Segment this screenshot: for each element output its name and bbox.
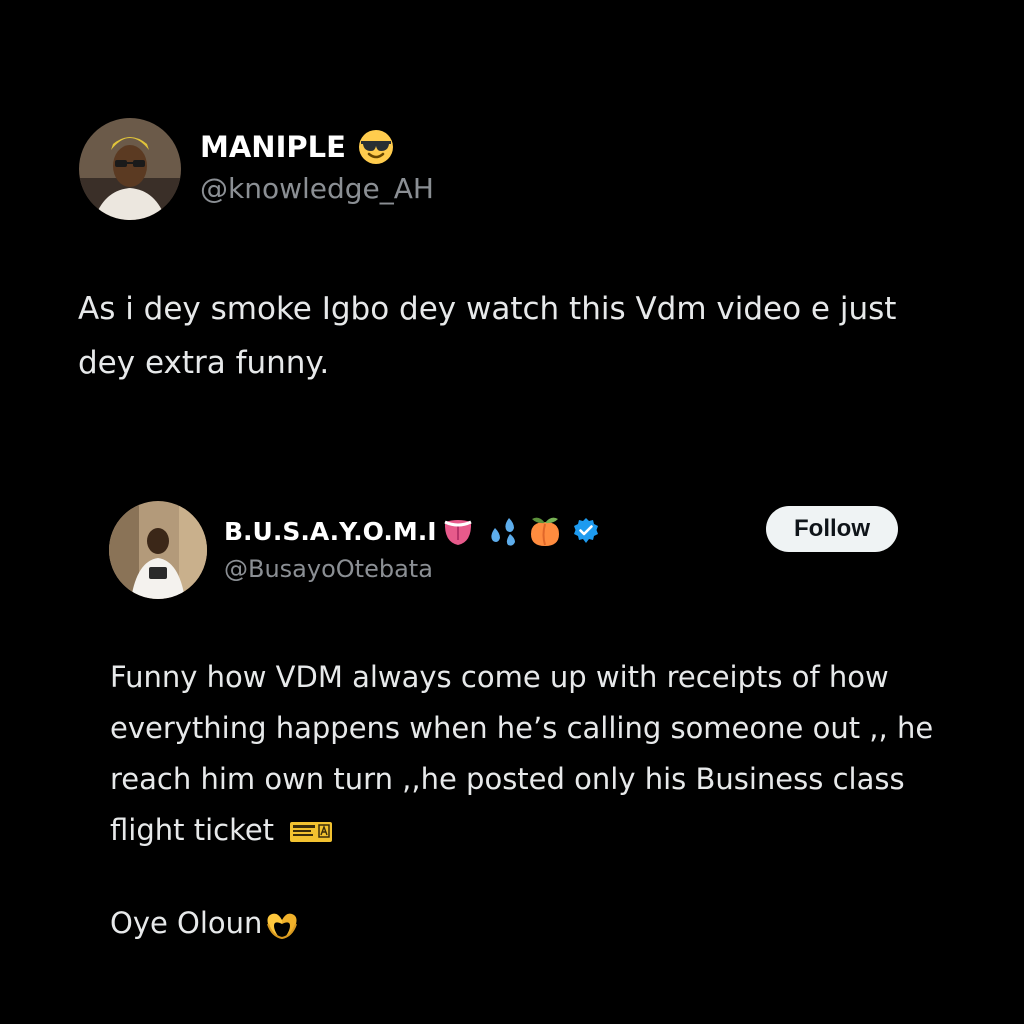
quoted-author-handle[interactable]: @BusayoOtebata (224, 555, 433, 583)
verified-badge-icon (571, 516, 601, 546)
main-author-handle[interactable]: @knowledge_AH (200, 172, 434, 205)
quoted-tweet-paragraph-2-text: Oye Oloun (110, 906, 263, 940)
main-author-name[interactable]: MANIPLE (200, 128, 394, 166)
peach-emoji (527, 513, 563, 549)
follow-button-label: Follow (794, 515, 870, 542)
main-tweet-text: As i dey smoke Igbo dey watch this Vdm v… (78, 291, 897, 381)
main-author-avatar[interactable] (79, 118, 181, 220)
main-author-name-text: MANIPLE (200, 130, 346, 164)
quoted-author-avatar[interactable] (109, 501, 207, 599)
follow-button[interactable]: Follow (766, 506, 898, 552)
quoted-tweet-paragraph-1: Funny how VDM always come up with receip… (110, 660, 934, 847)
quoted-tweet-paragraph-2: Oye Oloun (110, 898, 940, 949)
tongue-emoji (441, 514, 475, 548)
smiling-face-with-sunglasses-emoji (358, 129, 394, 165)
sweat-droplets-emoji (485, 514, 519, 548)
quoted-author-name-text: B.U.S.A.Y.O.M.I (224, 516, 437, 546)
ticket-emoji (289, 820, 333, 844)
heart-hands-emoji (264, 910, 300, 940)
quoted-tweet-text: Funny how VDM always come up with receip… (110, 652, 940, 856)
quoted-author-name[interactable]: B.U.S.A.Y.O.M.I (224, 512, 601, 550)
